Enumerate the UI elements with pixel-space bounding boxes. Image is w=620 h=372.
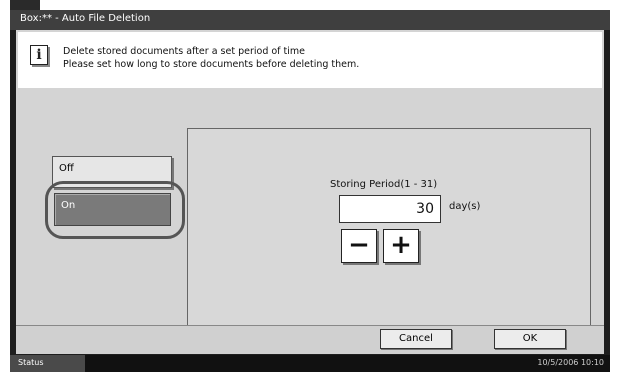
- device-panel: Box:** - Auto File Deletion i Delete sto…: [10, 0, 610, 372]
- info-box: i Delete stored documents after a set pe…: [18, 32, 602, 88]
- on-button-label: On: [61, 200, 76, 211]
- status-bar: Status 10/5/2006 10:10: [10, 355, 610, 372]
- ok-button[interactable]: OK: [494, 329, 566, 349]
- status-label: Status: [18, 358, 44, 367]
- unit-label: day(s): [449, 201, 481, 212]
- info-icon: i: [30, 45, 48, 65]
- touch-screen: Box:** - Auto File Deletion i Delete sto…: [10, 10, 610, 372]
- info-line-2: Please set how long to store documents b…: [63, 59, 360, 70]
- on-button[interactable]: On: [54, 193, 171, 226]
- datetime-display: 10/5/2006 10:10: [537, 358, 604, 367]
- increment-button[interactable]: +: [383, 229, 419, 263]
- storing-period-panel: Storing Period(1 - 31) 30 day(s) − +: [187, 128, 591, 348]
- main-content: i Delete stored documents after a set pe…: [16, 30, 604, 348]
- decrement-button[interactable]: −: [341, 229, 377, 263]
- storing-period-label: Storing Period(1 - 31): [330, 179, 438, 190]
- footer-bar: Cancel OK: [16, 325, 604, 354]
- cancel-button[interactable]: Cancel: [380, 329, 452, 349]
- storing-period-input[interactable]: 30: [339, 195, 441, 223]
- info-line-1: Delete stored documents after a set peri…: [63, 46, 306, 57]
- off-button-label: Off: [59, 163, 74, 174]
- page-title: Box:** - Auto File Deletion: [20, 13, 151, 24]
- title-bar: Box:** - Auto File Deletion: [10, 10, 610, 30]
- storing-period-value: 30: [416, 201, 434, 217]
- status-button[interactable]: Status: [10, 355, 85, 372]
